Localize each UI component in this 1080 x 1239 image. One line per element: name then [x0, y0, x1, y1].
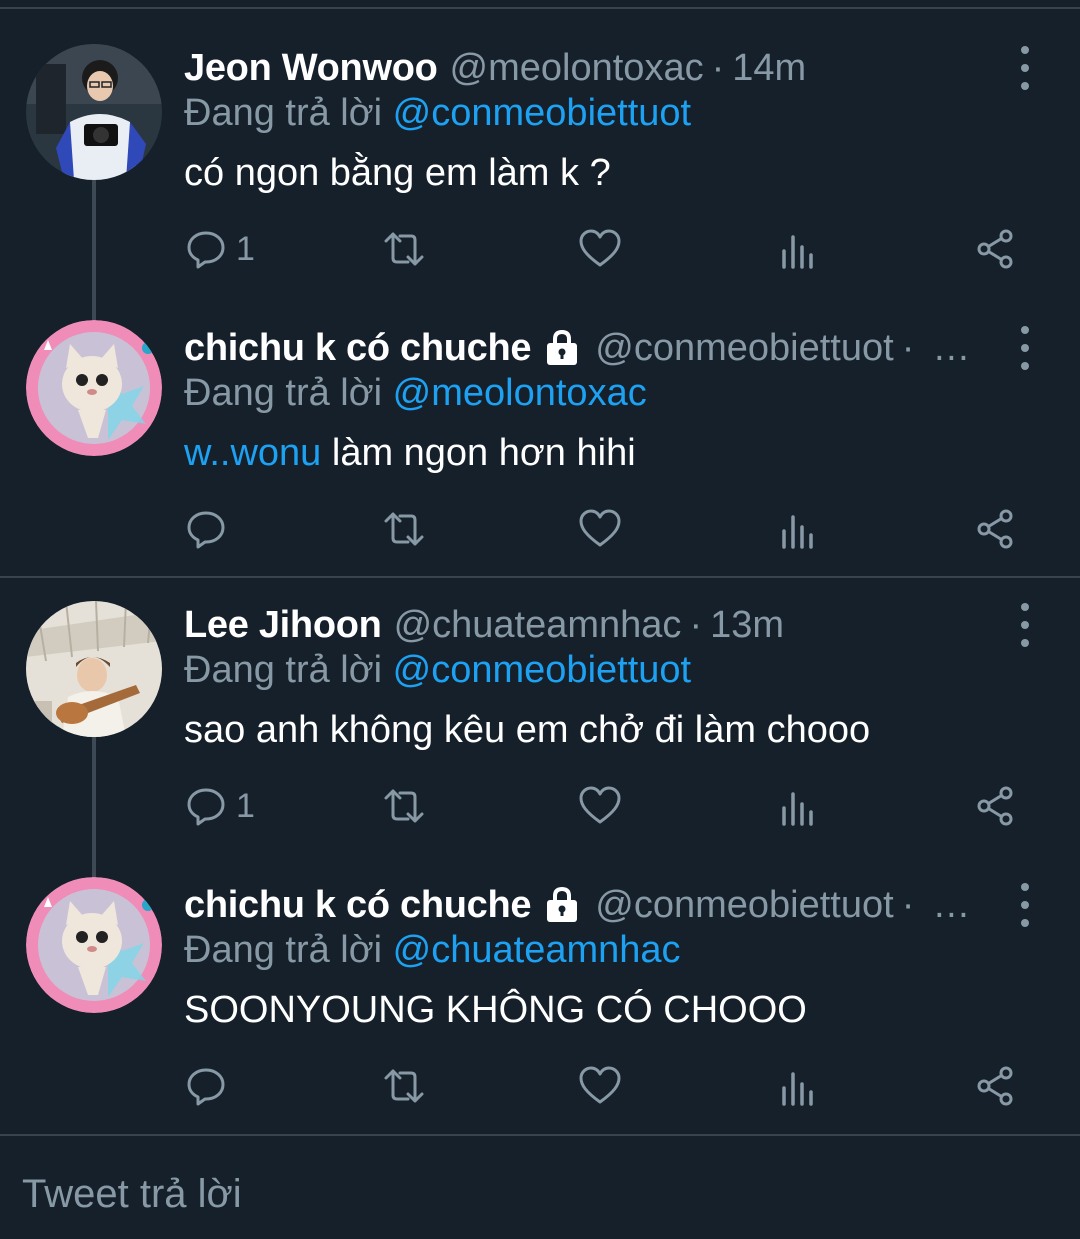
tweet-text: sao anh không kêu em chở đi làm chooo	[184, 709, 871, 751]
user-handle: @chuateamnhac	[393, 603, 682, 646]
heart-icon	[579, 229, 621, 267]
heart-icon	[579, 786, 621, 824]
more-vertical-icon[interactable]	[1010, 883, 1040, 927]
replying-mention[interactable]: @conmeobiettuot	[393, 92, 691, 134]
tweet-actions: 1	[0, 779, 1080, 833]
tweet-text: SOONYOUNG KHÔNG CÓ CHOOO	[184, 989, 807, 1031]
tweet-header: Jeon Wonwoo @meolontoxac · 14m	[184, 44, 984, 92]
analytics-icon	[782, 235, 813, 269]
replying-to: Đang trả lời @conmeobiettuot	[184, 649, 691, 692]
retweet-button[interactable]	[382, 1059, 426, 1113]
display-name[interactable]: Jeon Wonwoo	[184, 47, 438, 90]
display-name[interactable]: chichu k có chuche	[184, 327, 532, 370]
share-icon	[977, 229, 1013, 269]
replying-to: Đang trả lời @conmeobiettuot	[184, 92, 691, 135]
replying-to: Đang trả lời @chuateamnhac	[184, 929, 681, 972]
tweet-text: w..wonu làm ngon hơn hihi	[184, 432, 636, 475]
avatar[interactable]	[26, 320, 162, 456]
thread-divider	[0, 576, 1080, 578]
user-handle: @conmeobiettuot	[595, 326, 894, 369]
retweet-button[interactable]	[382, 779, 426, 833]
replying-mention[interactable]: @chuateamnhac	[393, 929, 681, 971]
retweet-icon	[384, 789, 424, 823]
retweet-button[interactable]	[382, 222, 426, 276]
replying-to: Đang trả lời @meolontoxac	[184, 372, 647, 415]
avatar[interactable]	[26, 44, 162, 180]
separator-dot: ·	[711, 46, 725, 89]
reply-icon	[187, 511, 225, 549]
tweet-actions	[0, 1059, 1080, 1113]
separator-dot: ·	[901, 883, 915, 926]
analytics-icon	[782, 515, 813, 549]
reply-composer-input[interactable]: Tweet trả lời	[22, 1172, 242, 1217]
top-divider	[0, 7, 1080, 9]
reply-count: 1	[236, 786, 255, 825]
reply-button[interactable]: 1	[184, 222, 255, 276]
lock-icon	[547, 329, 578, 365]
analytics-button[interactable]	[776, 1059, 820, 1113]
share-button[interactable]	[973, 779, 1017, 833]
share-icon	[977, 509, 1013, 549]
share-button[interactable]	[973, 1059, 1017, 1113]
retweet-icon	[384, 1069, 424, 1103]
timestamp[interactable]: 14m	[732, 47, 806, 90]
reply-button[interactable]: 1	[184, 779, 255, 833]
more-vertical-icon[interactable]	[1010, 603, 1040, 647]
analytics-icon	[782, 792, 813, 826]
truncation-ellipsis: …	[932, 883, 972, 926]
like-button[interactable]	[578, 502, 622, 556]
replying-prefix: Đang trả lời	[184, 929, 383, 971]
avatar[interactable]	[26, 877, 162, 1013]
heart-icon	[579, 1066, 621, 1104]
truncation-ellipsis: …	[932, 326, 972, 369]
body-mention[interactable]: w..wonu	[184, 432, 321, 474]
like-button[interactable]	[578, 1059, 622, 1113]
reply-count: 1	[236, 229, 255, 268]
heart-icon	[579, 509, 621, 547]
analytics-button[interactable]	[776, 779, 820, 833]
tweet-header: chichu k có chuche @conmeobiettuot · …	[184, 881, 984, 929]
tweet-actions: 1	[0, 222, 1080, 276]
like-button[interactable]	[578, 779, 622, 833]
more-vertical-icon[interactable]	[1010, 326, 1040, 370]
replying-prefix: Đang trả lời	[184, 92, 383, 134]
separator-dot: ·	[901, 326, 915, 369]
composer-divider	[0, 1134, 1080, 1136]
analytics-button[interactable]	[776, 502, 820, 556]
tweet-text: có ngon bằng em làm k ?	[184, 152, 611, 194]
reply-icon	[187, 788, 225, 826]
body-text: làm ngon hơn hihi	[321, 432, 636, 474]
replying-mention[interactable]: @meolontoxac	[393, 372, 647, 414]
separator-dot: ·	[689, 603, 703, 646]
reply-icon	[187, 1068, 225, 1106]
reply-button[interactable]	[184, 502, 228, 556]
display-name[interactable]: Lee Jihoon	[184, 604, 382, 647]
share-icon	[977, 786, 1013, 826]
tweet-header: chichu k có chuche @conmeobiettuot · …	[184, 324, 984, 372]
reply-icon	[187, 231, 225, 269]
share-button[interactable]	[973, 502, 1017, 556]
replying-prefix: Đang trả lời	[184, 649, 383, 691]
share-button[interactable]	[973, 222, 1017, 276]
tweet-header: Lee Jihoon @chuateamnhac · 13m	[184, 601, 984, 649]
analytics-icon	[782, 1072, 813, 1106]
user-handle: @conmeobiettuot	[595, 883, 894, 926]
reply-button[interactable]	[184, 1059, 228, 1113]
retweet-button[interactable]	[382, 502, 426, 556]
display-name[interactable]: chichu k có chuche	[184, 884, 532, 927]
tweet-actions	[0, 502, 1080, 556]
avatar[interactable]	[26, 601, 162, 737]
retweet-icon	[384, 512, 424, 546]
timestamp[interactable]: 13m	[710, 604, 784, 647]
like-button[interactable]	[578, 222, 622, 276]
retweet-icon	[384, 232, 424, 266]
replying-mention[interactable]: @conmeobiettuot	[393, 649, 691, 691]
analytics-button[interactable]	[776, 222, 820, 276]
share-icon	[977, 1066, 1013, 1106]
more-vertical-icon[interactable]	[1010, 46, 1040, 90]
lock-icon	[547, 886, 578, 922]
user-handle: @meolontoxac	[449, 46, 704, 89]
replying-prefix: Đang trả lời	[184, 372, 383, 414]
